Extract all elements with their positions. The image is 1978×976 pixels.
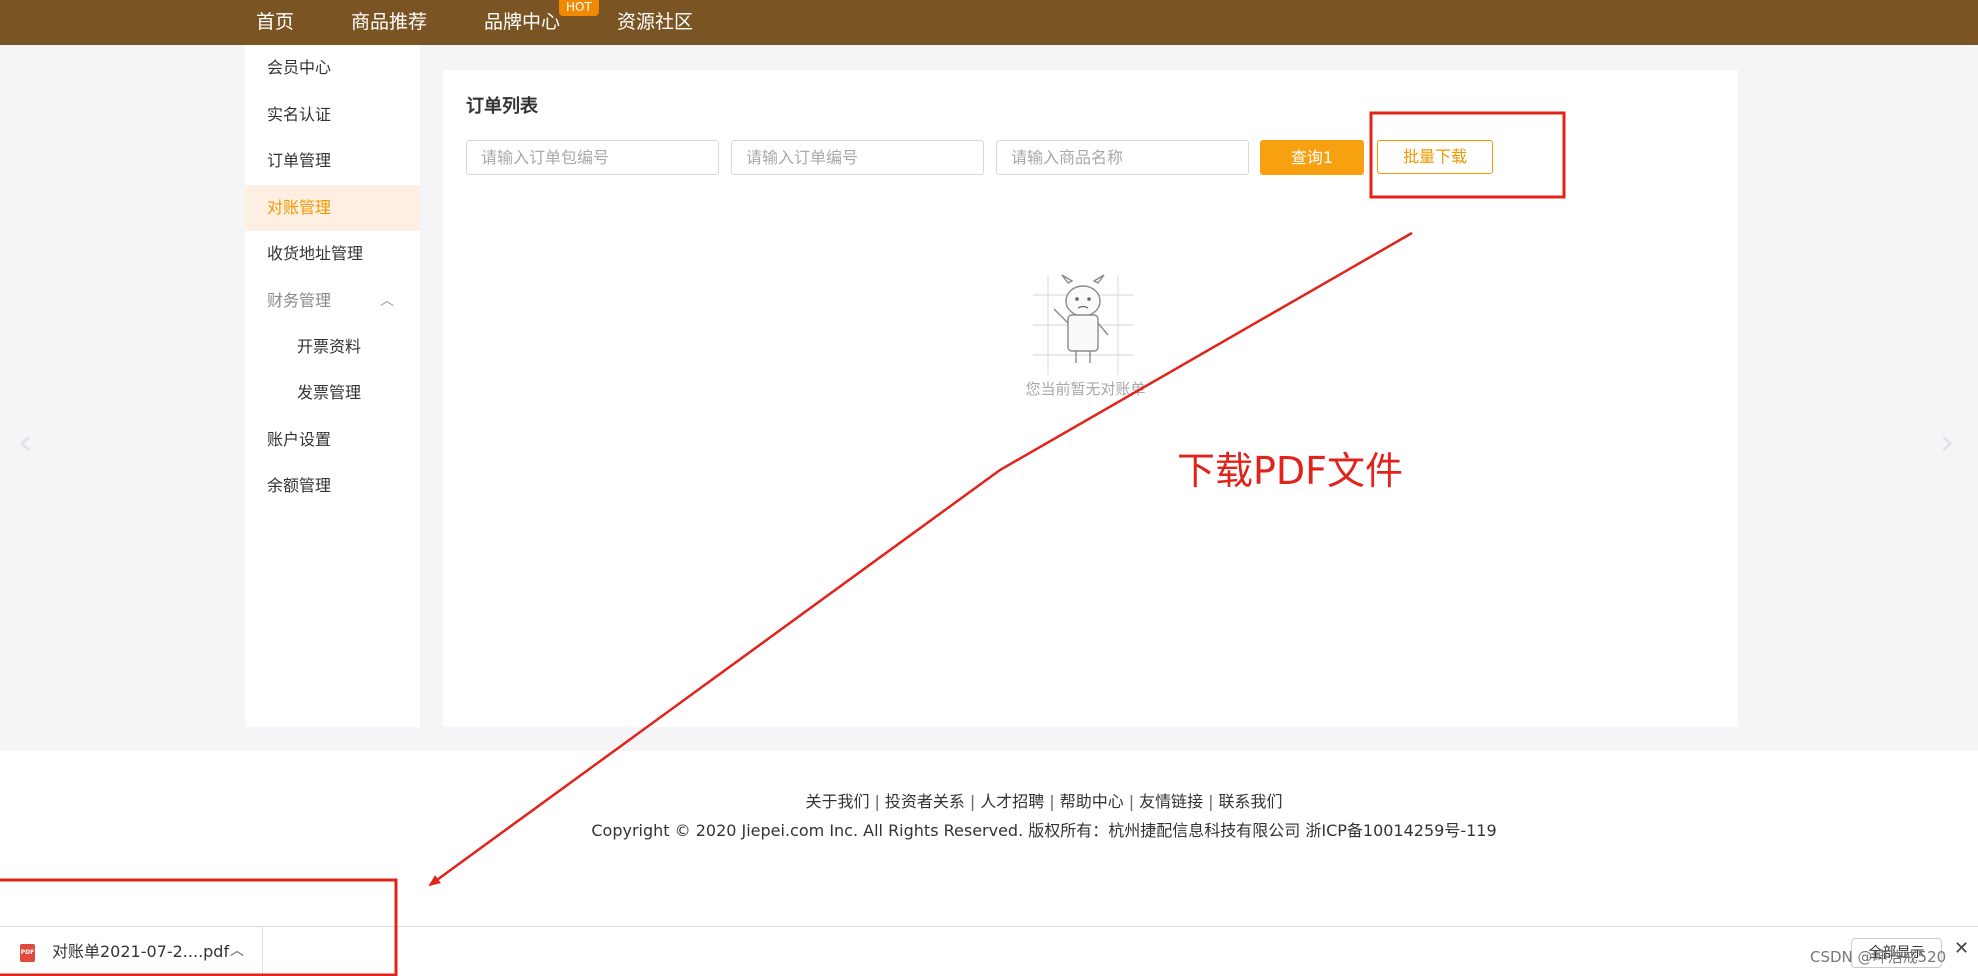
sidebar-item-orders[interactable]: 订单管理 — [245, 138, 420, 184]
hot-badge: HOT — [559, 0, 599, 16]
nav-community[interactable]: 资源社区 — [617, 0, 693, 45]
chevron-up-icon: ︿ — [380, 293, 394, 309]
sidebar-item-invoice-manage[interactable]: 发票管理 — [245, 370, 420, 416]
watermark: CSDN @呻浩戒520 — [1810, 948, 1947, 966]
close-icon[interactable]: ✕ — [1954, 938, 1969, 959]
footer-copyright: Copyright © 2020 Jiepei.com Inc. All Rig… — [591, 821, 1497, 840]
pdf-file-icon: PDF — [20, 944, 35, 962]
page-title: 订单列表 — [466, 96, 538, 117]
chevron-left-icon[interactable]: ‹ — [18, 425, 32, 461]
annotation-label: 下载PDF文件 — [1177, 449, 1404, 493]
order-number-input[interactable] — [731, 140, 984, 175]
chevron-right-icon[interactable]: › — [1940, 425, 1954, 461]
sidebar-item-finance-label: 财务管理 — [267, 291, 332, 310]
download-file-name: 对账单2021-07-2....pdf — [52, 942, 230, 961]
footer-link-friends[interactable]: 友情链接 — [1139, 792, 1203, 811]
sidebar-item-real-name[interactable]: 实名认证 — [245, 92, 420, 138]
footer-link-contact[interactable]: 联系我们 — [1219, 792, 1283, 811]
nav-home[interactable]: 首页 — [256, 0, 294, 45]
footer-links: 关于我们 | 投资者关系 | 人才招聘 | 帮助中心 | 友情链接 | 联系我们 — [805, 792, 1283, 811]
top-nav: 首页 商品推荐 品牌中心 HOT 资源社区 — [0, 0, 1978, 45]
footer-link-help[interactable]: 帮助中心 — [1060, 792, 1124, 811]
nav-recommend[interactable]: 商品推荐 — [351, 0, 427, 45]
order-list-panel: 订单列表 查询1 批量下载 您当前暂无对账单 — [443, 70, 1738, 727]
sidebar-item-balance[interactable]: 余额管理 — [245, 463, 420, 509]
footer-link-about[interactable]: 关于我们 — [805, 792, 869, 811]
nav-brand-center[interactable]: 品牌中心 — [484, 0, 560, 45]
footer-link-investors[interactable]: 投资者关系 — [885, 792, 965, 811]
footer-link-careers[interactable]: 人才招聘 — [980, 792, 1044, 811]
download-item[interactable]: PDF 对账单2021-07-2....pdf ︿ — [0, 927, 263, 976]
sidebar-item-invoice-info[interactable]: 开票资料 — [245, 324, 420, 370]
sidebar-item-member-center[interactable]: 会员中心 — [245, 45, 420, 91]
sidebar-item-finance[interactable]: 财务管理 ︿ — [245, 278, 420, 324]
sidebar-item-address[interactable]: 收货地址管理 — [245, 231, 420, 277]
product-name-input[interactable] — [996, 140, 1249, 175]
package-number-input[interactable] — [466, 140, 719, 175]
empty-state-illustration — [1033, 274, 1133, 375]
sidebar-item-account[interactable]: 账户设置 — [245, 417, 420, 463]
sidebar-item-reconciliation[interactable]: 对账管理 — [245, 185, 420, 231]
chevron-up-icon[interactable]: ︿ — [230, 927, 244, 975]
batch-download-button[interactable]: 批量下载 — [1377, 140, 1493, 174]
query-button[interactable]: 查询1 — [1260, 140, 1364, 175]
sidebar: 会员中心 实名认证 订单管理 对账管理 收货地址管理 财务管理 ︿ 开票资料 发… — [245, 45, 420, 727]
download-bar: PDF 对账单2021-07-2....pdf ︿ 全部显示 ✕ — [0, 926, 1978, 976]
empty-state-text: 您当前暂无对账单 — [1025, 380, 1146, 398]
